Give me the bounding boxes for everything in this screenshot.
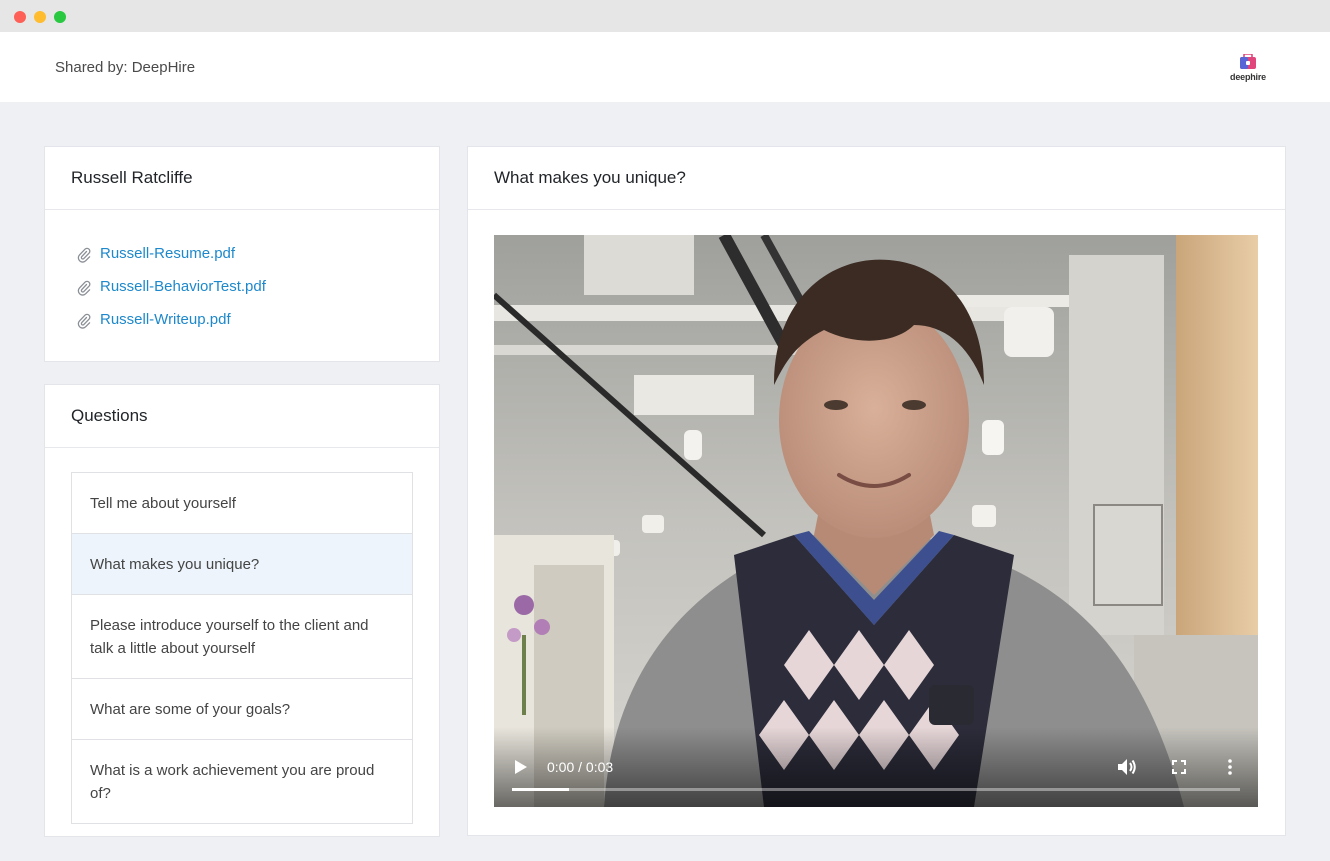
attachment-item: Russell-Writeup.pdf — [77, 311, 439, 344]
video-question-title: What makes you unique? — [468, 147, 1285, 210]
video-frame-image — [494, 235, 1258, 807]
video-card: What makes you unique? 0:00 / 0:03 — [467, 146, 1286, 836]
fullscreen-icon[interactable] — [1172, 760, 1186, 774]
paperclip-icon — [77, 280, 91, 296]
candidate-name: Russell Ratcliffe — [45, 147, 439, 210]
briefcase-logo-icon — [1240, 54, 1256, 69]
video-player[interactable]: 0:00 / 0:03 — [494, 235, 1258, 807]
close-window-button[interactable] — [14, 11, 26, 23]
question-item[interactable]: Please introduce yourself to the client … — [72, 595, 412, 679]
logo-text: deephire — [1230, 72, 1266, 82]
zoom-window-button[interactable] — [54, 11, 66, 23]
video-time-display: 0:00 / 0:03 — [547, 759, 614, 775]
play-icon[interactable] — [514, 759, 528, 775]
more-icon[interactable] — [1228, 759, 1232, 775]
paperclip-icon — [77, 313, 91, 329]
questions-title: Questions — [45, 385, 439, 448]
video-controls: 0:00 / 0:03 — [494, 727, 1258, 807]
paperclip-icon — [77, 247, 91, 263]
deephire-logo[interactable]: deephire — [1226, 52, 1270, 86]
questions-list: Tell me about yourself What makes you un… — [71, 472, 413, 824]
minimize-window-button[interactable] — [34, 11, 46, 23]
resume-file-link[interactable]: Russell-Resume.pdf — [100, 245, 235, 262]
question-item[interactable]: Tell me about yourself — [72, 473, 412, 534]
shared-by-label: Shared by: DeepHire — [55, 59, 196, 76]
questions-card: Questions Tell me about yourself What ma… — [44, 384, 440, 837]
behavior-test-file-link[interactable]: Russell-BehaviorTest.pdf — [100, 278, 266, 295]
video-progress-fill — [512, 788, 569, 791]
attachment-item: Russell-BehaviorTest.pdf — [77, 278, 439, 311]
app-header: Shared by: DeepHire deephire — [0, 32, 1330, 102]
volume-icon[interactable] — [1117, 758, 1137, 776]
video-progress-bar[interactable] — [512, 788, 1240, 791]
question-item[interactable]: What is a work achievement you are proud… — [72, 740, 412, 823]
candidate-card: Russell Ratcliffe Russell-Resume.pdf Rus… — [44, 146, 440, 362]
writeup-file-link[interactable]: Russell-Writeup.pdf — [100, 311, 231, 328]
attachments-list: Russell-Resume.pdf Russell-BehaviorTest.… — [45, 210, 439, 344]
question-item[interactable]: What are some of your goals? — [72, 679, 412, 740]
attachment-item: Russell-Resume.pdf — [77, 245, 439, 278]
window-titlebar — [0, 0, 1330, 32]
question-item-active[interactable]: What makes you unique? — [72, 534, 412, 595]
